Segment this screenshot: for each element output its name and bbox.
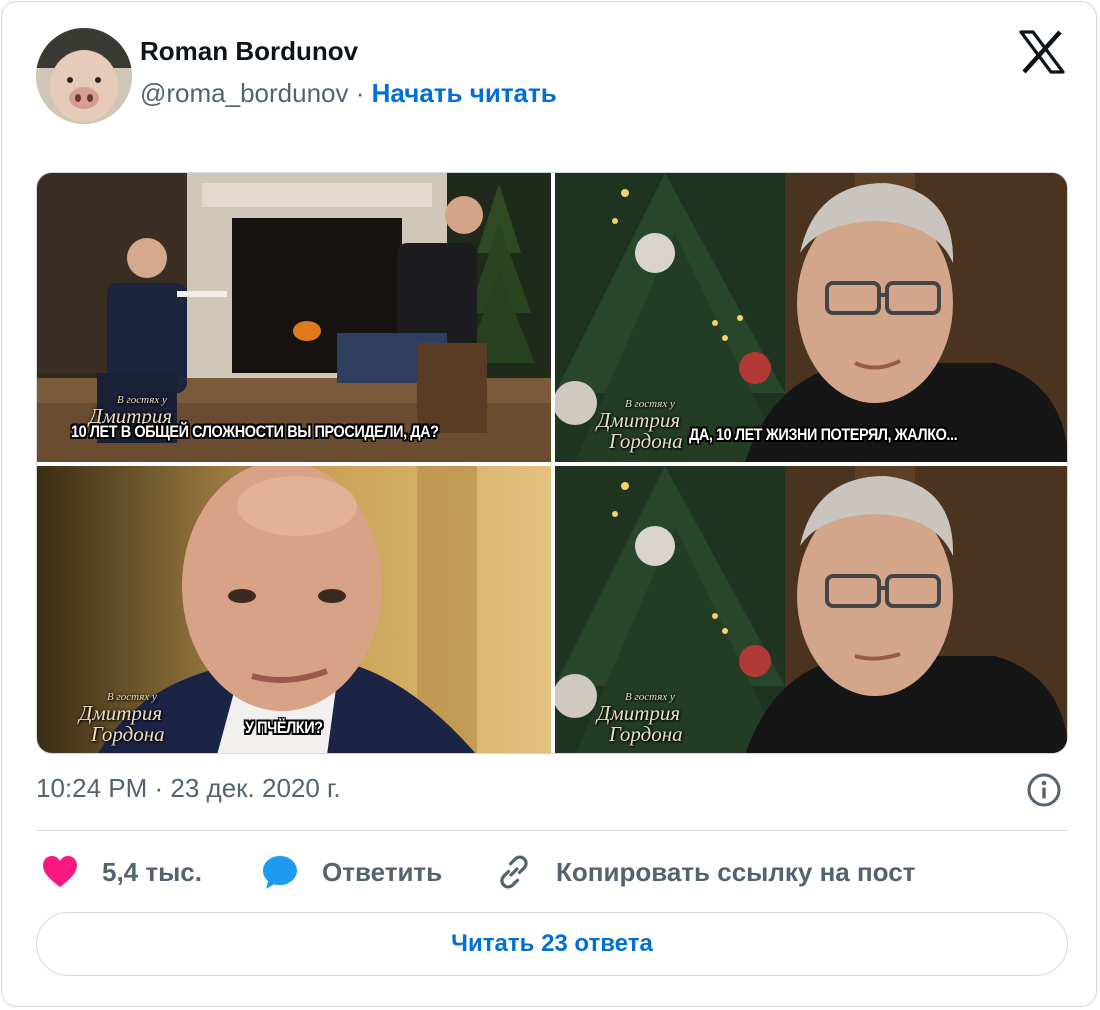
watermark-logo: В гостях у Дмитрия Гордона <box>597 691 683 746</box>
link-icon <box>494 852 534 892</box>
media-image-1[interactable]: В гостях у Дмитрия 10 ЛЕТ В ОБЩЕЙ СЛОЖНО… <box>37 173 551 462</box>
reply-button[interactable]: Ответить <box>260 850 442 894</box>
info-icon[interactable] <box>1026 772 1062 808</box>
read-replies-button[interactable]: Читать 23 ответа <box>36 912 1068 976</box>
media-image-3[interactable]: В гостях у Дмитрия Гордона У ПЧЁЛКИ? <box>37 466 551 753</box>
author-handle[interactable]: @roma_bordunov <box>140 78 349 108</box>
avatar-image <box>36 28 132 124</box>
avatar[interactable] <box>36 28 132 124</box>
like-button[interactable]: 5,4 тыс. <box>40 850 202 894</box>
author-name[interactable]: Roman Bordunov <box>140 36 358 67</box>
reply-label: Ответить <box>322 856 443 887</box>
handle-row: @roma_bordunov · Начать читать <box>140 78 557 109</box>
media-image-2[interactable]: В гостях у Дмитрия Гордона ДА, 10 ЛЕТ ЖИ… <box>555 173 1067 462</box>
tweet-timestamp[interactable]: 10:24 PM · 23 дек. 2020 г. <box>36 773 341 804</box>
follow-link[interactable]: Начать читать <box>372 78 557 108</box>
divider <box>36 830 1068 831</box>
media-grid: В гостях у Дмитрия 10 ЛЕТ В ОБЩЕЙ СЛОЖНО… <box>36 172 1068 754</box>
separator-dot: · <box>355 78 365 108</box>
like-count: 5,4 тыс. <box>102 856 202 887</box>
media-caption-2: ДА, 10 ЛЕТ ЖИЗНИ ПОТЕРЯЛ, ЖАЛКО... <box>689 425 958 444</box>
watermark-logo: В гостях у Дмитрия Гордона <box>79 691 165 746</box>
heart-icon <box>40 852 80 892</box>
tweet-card: Roman Bordunov @roma_bordunov · Начать ч… <box>1 1 1097 1007</box>
watermark-logo: В гостях у Дмитрия Гордона <box>597 398 683 453</box>
copy-link-button[interactable]: Копировать ссылку на пост <box>494 850 915 894</box>
media-image-4[interactable]: В гостях у Дмитрия Гордона <box>555 466 1067 753</box>
speech-bubble-icon <box>260 852 300 892</box>
copy-link-label: Копировать ссылку на пост <box>556 856 916 887</box>
media-caption-3: У ПЧЁЛКИ? <box>245 718 323 737</box>
media-caption-1: 10 ЛЕТ В ОБЩЕЙ СЛОЖНОСТИ ВЫ ПРОСИДЕЛИ, Д… <box>71 422 439 441</box>
x-logo-icon[interactable] <box>1018 30 1066 74</box>
